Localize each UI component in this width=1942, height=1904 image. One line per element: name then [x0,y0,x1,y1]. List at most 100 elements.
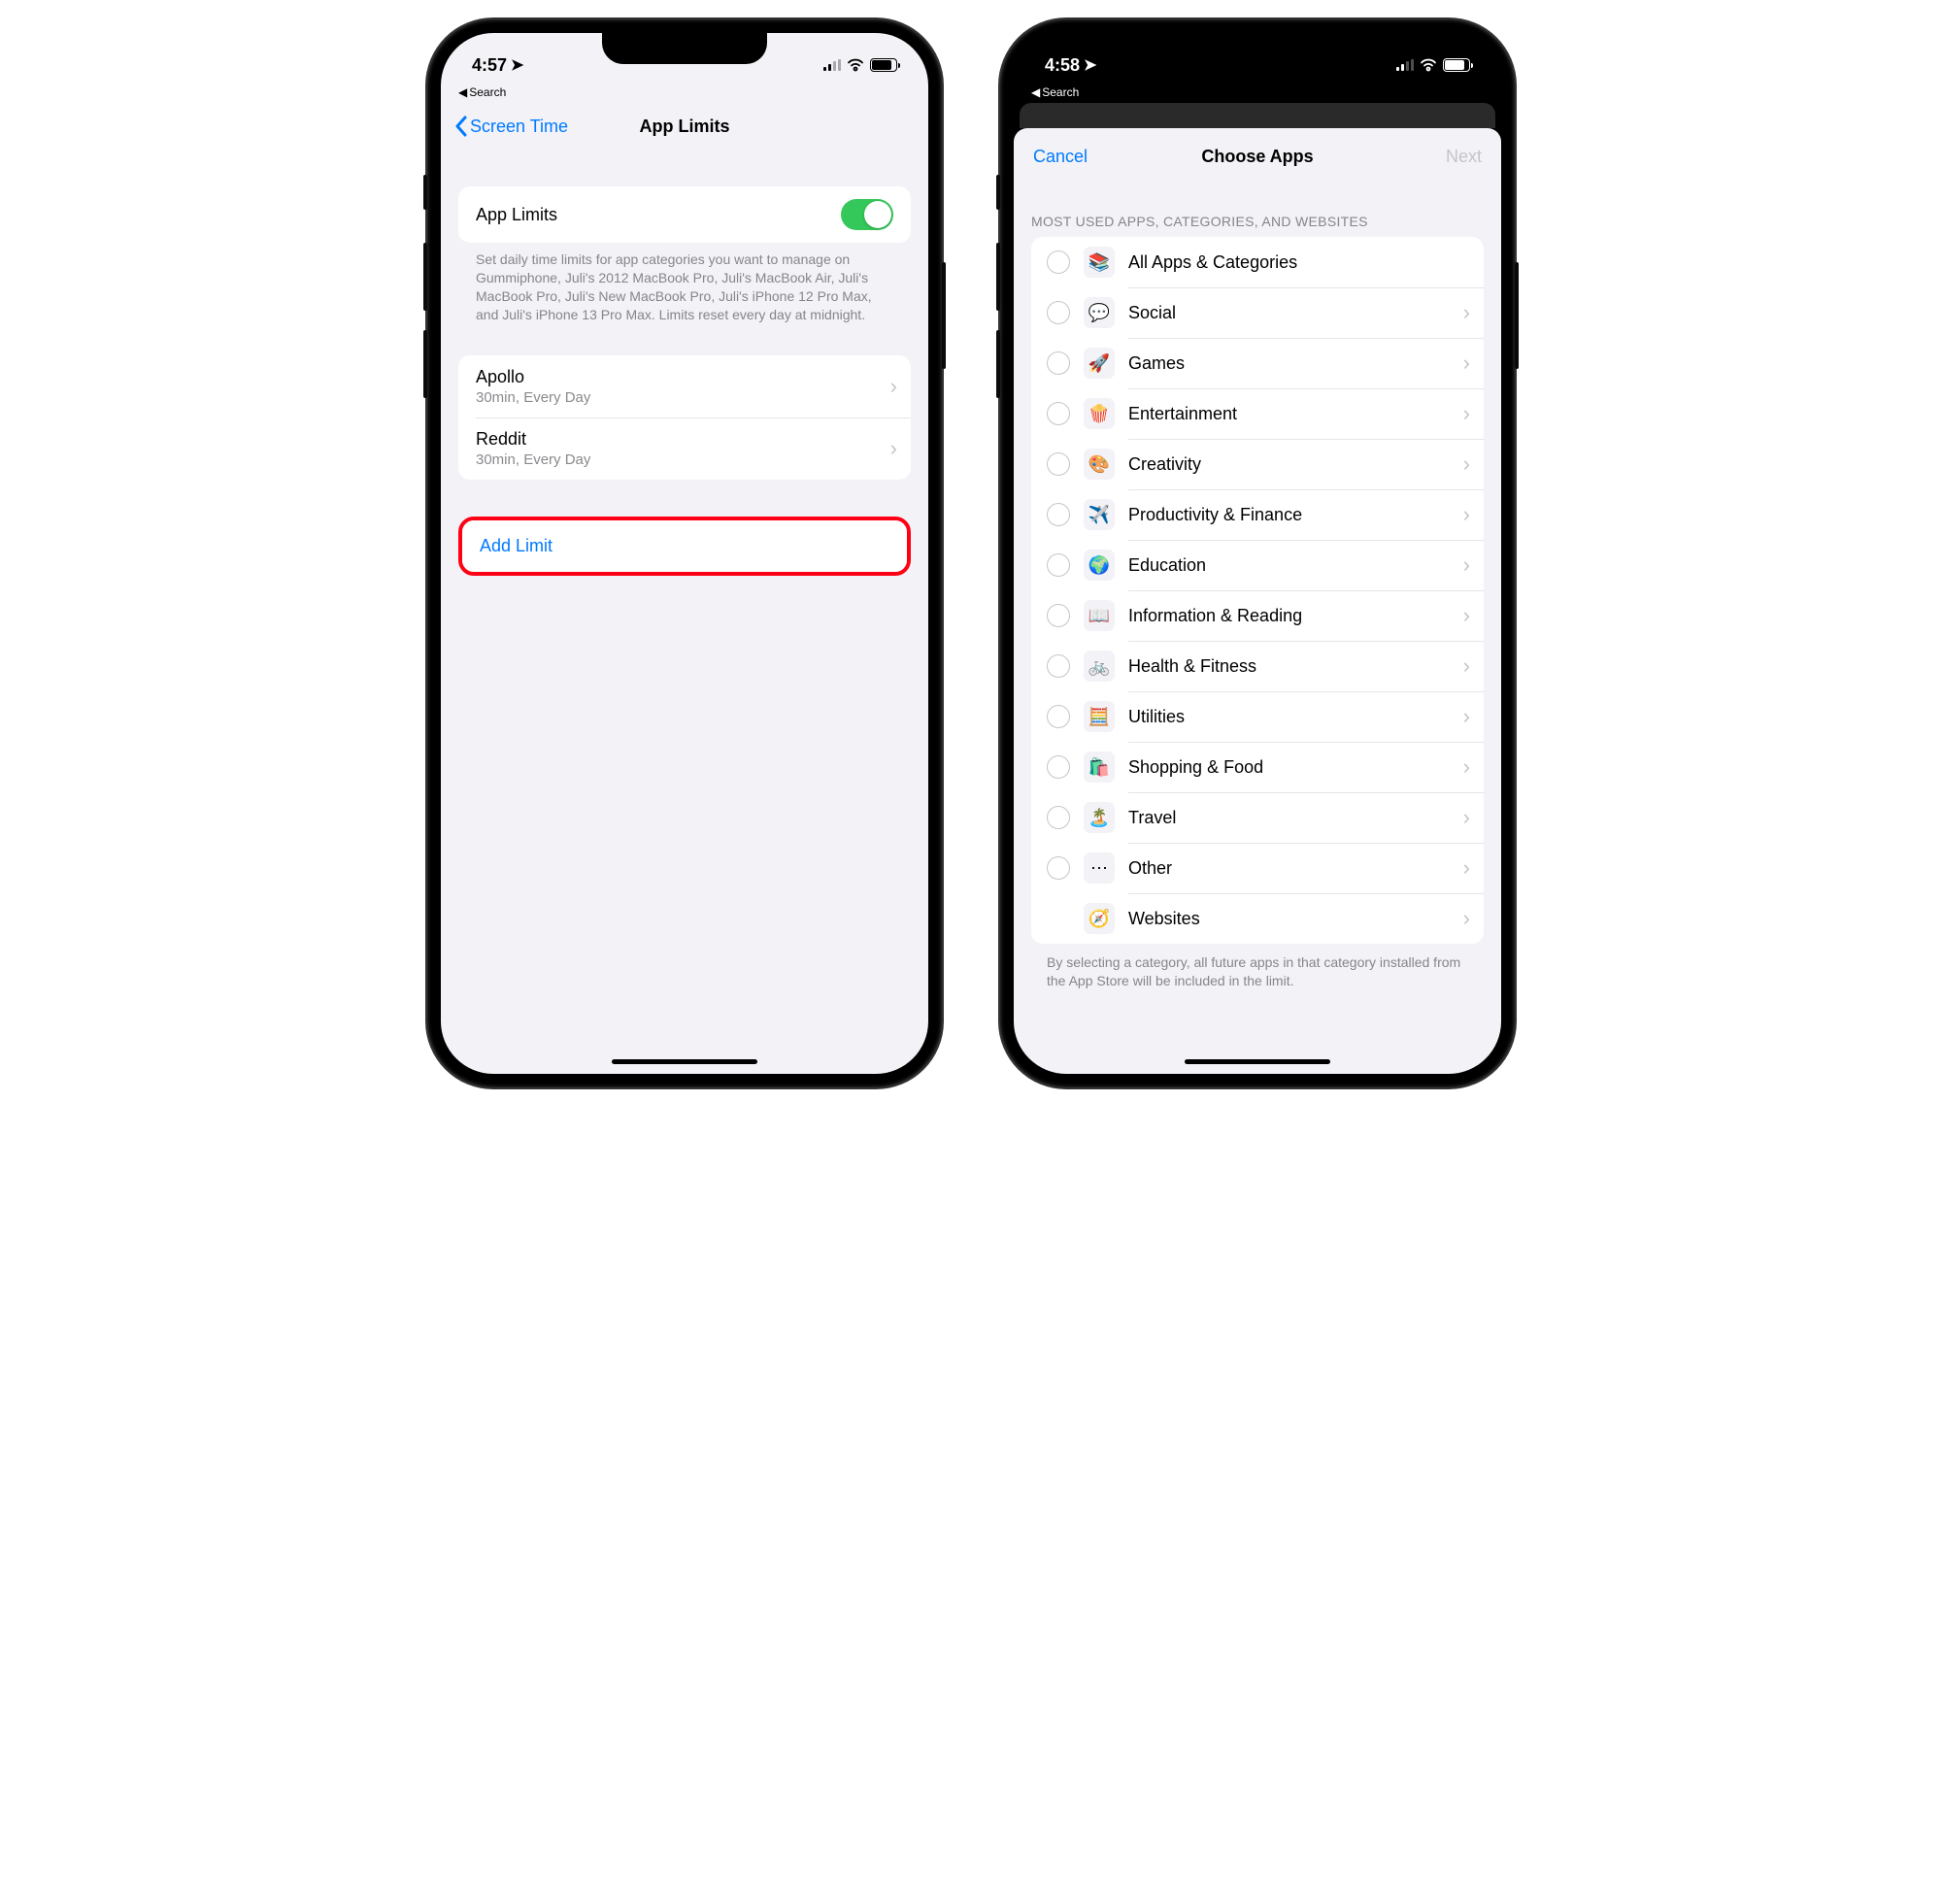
category-row[interactable]: 🚀 Games › [1031,338,1484,388]
category-label: Information & Reading [1128,606,1450,626]
radio-button[interactable] [1047,402,1070,425]
category-row[interactable]: 🚲 Health & Fitness › [1031,641,1484,691]
category-row[interactable]: ⋯Other› [1031,843,1484,893]
radio-button[interactable] [1047,705,1070,728]
home-indicator[interactable] [612,1059,757,1064]
radio-button[interactable] [1047,351,1070,375]
modal-background-card [1020,103,1495,128]
modal-nav: Cancel Choose Apps Next [1014,128,1501,184]
app-limits-toggle-row[interactable]: App Limits [458,186,911,243]
category-label: Entertainment [1128,404,1450,424]
chevron-right-icon: › [890,436,897,461]
radio-button[interactable] [1047,806,1070,829]
chevron-right-icon: › [1463,351,1470,376]
category-row[interactable]: 📖Information & Reading› [1031,590,1484,641]
back-triangle-icon: ◀ [458,85,467,99]
radio-button[interactable] [1047,503,1070,526]
category-icon: 🚀 [1084,348,1115,379]
radio-button[interactable] [1047,251,1070,274]
category-icon: 🛍️ [1084,752,1115,783]
category-label: Utilities [1128,707,1450,727]
category-label: Social [1128,303,1450,323]
category-label: All Apps & Categories [1128,252,1470,273]
radio-button[interactable] [1047,301,1070,324]
category-label: Games [1128,353,1450,374]
status-time: 4:57 [472,55,507,76]
category-icon: 🧭 [1084,903,1115,934]
section-header: MOST USED APPS, CATEGORIES, AND WEBSITES [1014,184,1501,237]
radio-button[interactable] [1047,553,1070,577]
category-label: Websites [1128,909,1450,929]
category-icon: 🌍 [1084,550,1115,581]
category-icon: 🧮 [1084,701,1115,732]
chevron-right-icon: › [1463,653,1470,679]
category-label: Health & Fitness [1128,656,1450,677]
limit-row-reddit[interactable]: Reddit 30min, Every Day › [458,418,911,480]
category-list: 📚All Apps & Categories💬Social›🚀Games›🍿En… [1031,237,1484,944]
modal-sheet: Cancel Choose Apps Next MOST USED APPS, … [1014,128,1501,1074]
home-indicator[interactable] [1185,1059,1330,1064]
cellular-icon [1396,59,1414,71]
status-time: 4:58 [1045,55,1080,76]
category-label: Productivity & Finance [1128,505,1450,525]
limit-detail: 30min, Every Day [476,389,590,406]
category-row[interactable]: 🌍Education› [1031,540,1484,590]
category-row[interactable]: 🛍️ Shopping & Food › [1031,742,1484,792]
wifi-icon [1420,58,1437,72]
category-row[interactable]: ✈️Productivity & Finance› [1031,489,1484,540]
cancel-button[interactable]: Cancel [1033,147,1088,167]
wifi-icon [847,58,864,72]
chevron-right-icon: › [1463,906,1470,931]
category-icon: 🏝️ [1084,802,1115,833]
category-label: Shopping & Food [1128,757,1450,778]
radio-button[interactable] [1047,856,1070,880]
radio-button[interactable] [1047,452,1070,476]
nav-back-button[interactable]: Screen Time [454,116,568,137]
limits-list: Apollo 30min, Every Day › Reddit 30min, … [458,355,911,480]
category-row[interactable]: 🎨 Creativity › [1031,439,1484,489]
limit-name: Reddit [476,429,526,450]
location-icon: ➤ [1084,55,1096,75]
breadcrumb-back[interactable]: ◀ Search [1014,85,1501,103]
category-row[interactable]: 🧭 Websites › [1031,893,1484,944]
limit-name: Apollo [476,367,524,387]
chevron-right-icon: › [890,374,897,399]
category-icon: 📚 [1084,247,1115,278]
category-icon: 🎨 [1084,449,1115,480]
breadcrumb-back[interactable]: ◀ Search [441,85,928,103]
limit-row-apollo[interactable]: Apollo 30min, Every Day › [458,355,911,418]
chevron-right-icon: › [1463,754,1470,780]
category-row[interactable]: 💬Social› [1031,287,1484,338]
app-limits-toggle-group: App Limits [458,186,911,243]
app-limits-description: Set daily time limits for app categories… [458,243,911,324]
category-row[interactable]: 🏝️Travel› [1031,792,1484,843]
category-label: Creativity [1128,454,1450,475]
battery-icon [870,58,897,72]
next-button[interactable]: Next [1446,147,1482,167]
cellular-icon [823,59,841,71]
phone-right: 4:58 ➤ ◀ Search Cancel Choose Apps Next … [1000,19,1515,1087]
location-icon: ➤ [511,55,523,75]
category-footer: By selecting a category, all future apps… [1014,944,1501,1000]
category-row[interactable]: 🍿Entertainment› [1031,388,1484,439]
app-limits-switch[interactable] [841,199,893,230]
radio-button[interactable] [1047,654,1070,678]
modal-title: Choose Apps [1201,147,1313,167]
chevron-right-icon: › [1463,401,1470,426]
category-icon: 🚲 [1084,651,1115,682]
add-limit-button[interactable]: Add Limit [462,520,907,572]
notch [1175,33,1340,64]
limit-detail: 30min, Every Day [476,451,590,468]
radio-button[interactable] [1047,755,1070,779]
battery-icon [1443,58,1470,72]
category-row[interactable]: 🧮 Utilities › [1031,691,1484,742]
chevron-right-icon: › [1463,704,1470,729]
chevron-right-icon: › [1463,451,1470,477]
add-limit-highlight: Add Limit [458,517,911,576]
nav-title: App Limits [640,117,730,137]
nav-bar: Screen Time App Limits [441,103,928,150]
category-row[interactable]: 📚 All Apps & Categories [1031,237,1484,287]
category-label: Other [1128,858,1450,879]
radio-button[interactable] [1047,604,1070,627]
chevron-left-icon [454,116,468,137]
